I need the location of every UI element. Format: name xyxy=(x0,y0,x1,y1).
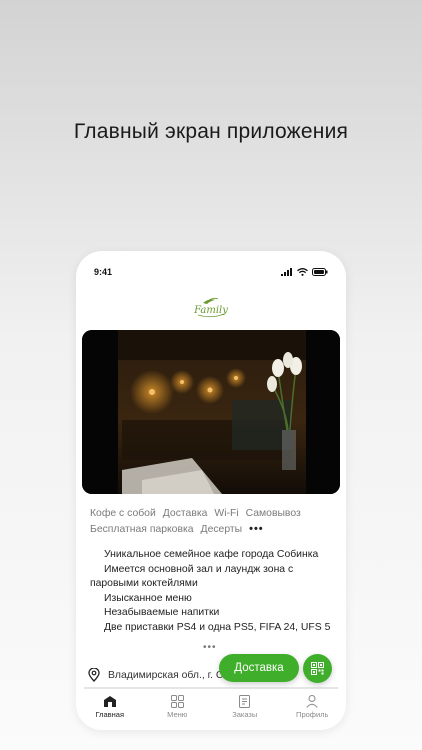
qr-code-button[interactable] xyxy=(303,654,332,683)
grid-icon xyxy=(170,695,184,708)
cafe-description: Уникальное семейное кафе города Собинка … xyxy=(90,548,332,635)
feature-tag: Кофе с собой xyxy=(90,508,156,519)
phone-screen: 9:41 Family Кофе с собой Доставка Wi-Fi … xyxy=(76,251,346,730)
feature-tag: Доставка xyxy=(162,508,208,519)
status-time: 9:41 xyxy=(94,267,113,277)
description-line: Две приставки PS4 и одна PS5, FIFA 24, U… xyxy=(104,621,331,633)
signal-icon xyxy=(281,268,292,276)
tab-label: Заказы xyxy=(232,710,258,719)
delivery-button[interactable]: Доставка xyxy=(219,654,299,682)
tab-bar: Главная Меню Заказы Профиль xyxy=(76,691,346,730)
receipt-icon xyxy=(239,695,251,708)
battery-icon xyxy=(312,268,328,276)
wifi-icon xyxy=(297,268,308,276)
tab-menu[interactable]: Меню xyxy=(147,691,207,730)
location-pin-icon xyxy=(88,668,100,682)
cafe-photo[interactable] xyxy=(82,330,340,494)
tab-label: Профиль xyxy=(296,710,329,719)
divider xyxy=(84,687,338,689)
description-line: Изысканное меню xyxy=(104,592,192,604)
tab-profile[interactable]: Профиль xyxy=(282,691,342,730)
tab-orders[interactable]: Заказы xyxy=(215,691,275,730)
tab-label: Меню xyxy=(167,710,188,719)
home-icon xyxy=(103,696,116,707)
tags-more-button[interactable]: ••• xyxy=(249,523,264,536)
feature-tag: Бесплатная парковка xyxy=(90,524,194,535)
description-line: Имеется основной зал и лаундж зона с пар… xyxy=(90,563,294,590)
qr-code-icon xyxy=(311,662,324,675)
feature-tag: Wi-Fi xyxy=(214,508,239,519)
status-icons xyxy=(281,268,328,276)
status-bar: 9:41 xyxy=(76,265,346,279)
tab-label: Главная xyxy=(95,710,125,719)
page-headline: Главный экран приложения xyxy=(73,120,349,143)
expand-description-button[interactable]: ••• xyxy=(203,642,217,653)
brand-logo: Family xyxy=(76,297,346,324)
tab-home[interactable]: Главная xyxy=(80,691,140,730)
person-icon xyxy=(306,695,318,708)
description-line: Уникальное семейное кафе города Собинка xyxy=(104,549,319,560)
description-line: Незабываемые напитки xyxy=(104,607,220,618)
feature-tags: Кофе с собой Доставка Wi-Fi Самовывоз Бе… xyxy=(90,507,334,536)
feature-tag: Десерты xyxy=(200,524,243,535)
feature-tag: Самовывоз xyxy=(245,508,301,519)
